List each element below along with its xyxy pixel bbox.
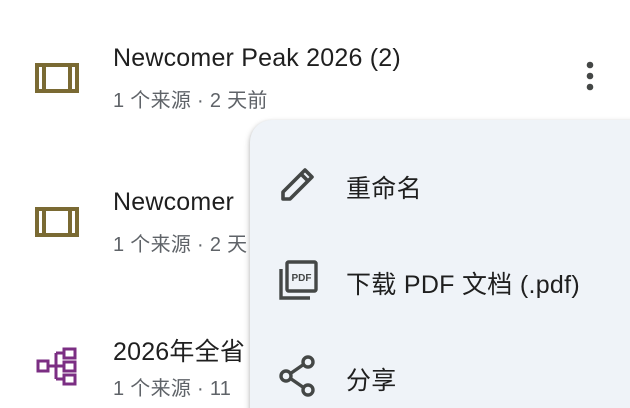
menu-item-label: 分享 (346, 367, 397, 395)
slides-icon (35, 207, 79, 237)
share-icon (279, 355, 315, 397)
list-item-title: 2026年全省 (113, 338, 246, 366)
list-item-title: Newcomer Peak 2026 (2) (113, 44, 401, 72)
more-vert-icon (586, 61, 594, 91)
menu-item-label: 下载 PDF 文档 (.pdf) (346, 271, 580, 299)
list-item-meta: 1 个来源 · 11 (113, 378, 232, 400)
menu-item-share[interactable]: 分享 (250, 334, 630, 408)
pdf-icon: PDF (279, 260, 318, 300)
list-item-title: Newcomer (113, 188, 235, 216)
menu-item-rename[interactable]: 重命名 (250, 142, 630, 226)
context-menu: 重命名 PDF 下载 PDF 文档 (.pdf) 分享 (250, 120, 630, 408)
notebook-list-page: Newcomer Peak 2026 (2) 1 个来源 · 2 天前 Newc… (0, 0, 630, 408)
menu-item-download-pdf[interactable]: PDF 下载 PDF 文档 (.pdf) (250, 238, 630, 322)
mindmap-icon (36, 347, 77, 386)
menu-item-label: 重命名 (346, 175, 422, 203)
list-item-meta: 1 个来源 · 2 天前 (113, 90, 268, 112)
pdf-badge-text: PDF (292, 273, 312, 284)
list-item-meta: 1 个来源 · 2 天 (113, 234, 248, 256)
list-item[interactable]: Newcomer Peak 2026 (2) 1 个来源 · 2 天前 (0, 0, 630, 120)
more-options-button[interactable] (568, 52, 612, 100)
slides-icon (35, 63, 79, 93)
pencil-icon (281, 168, 314, 201)
